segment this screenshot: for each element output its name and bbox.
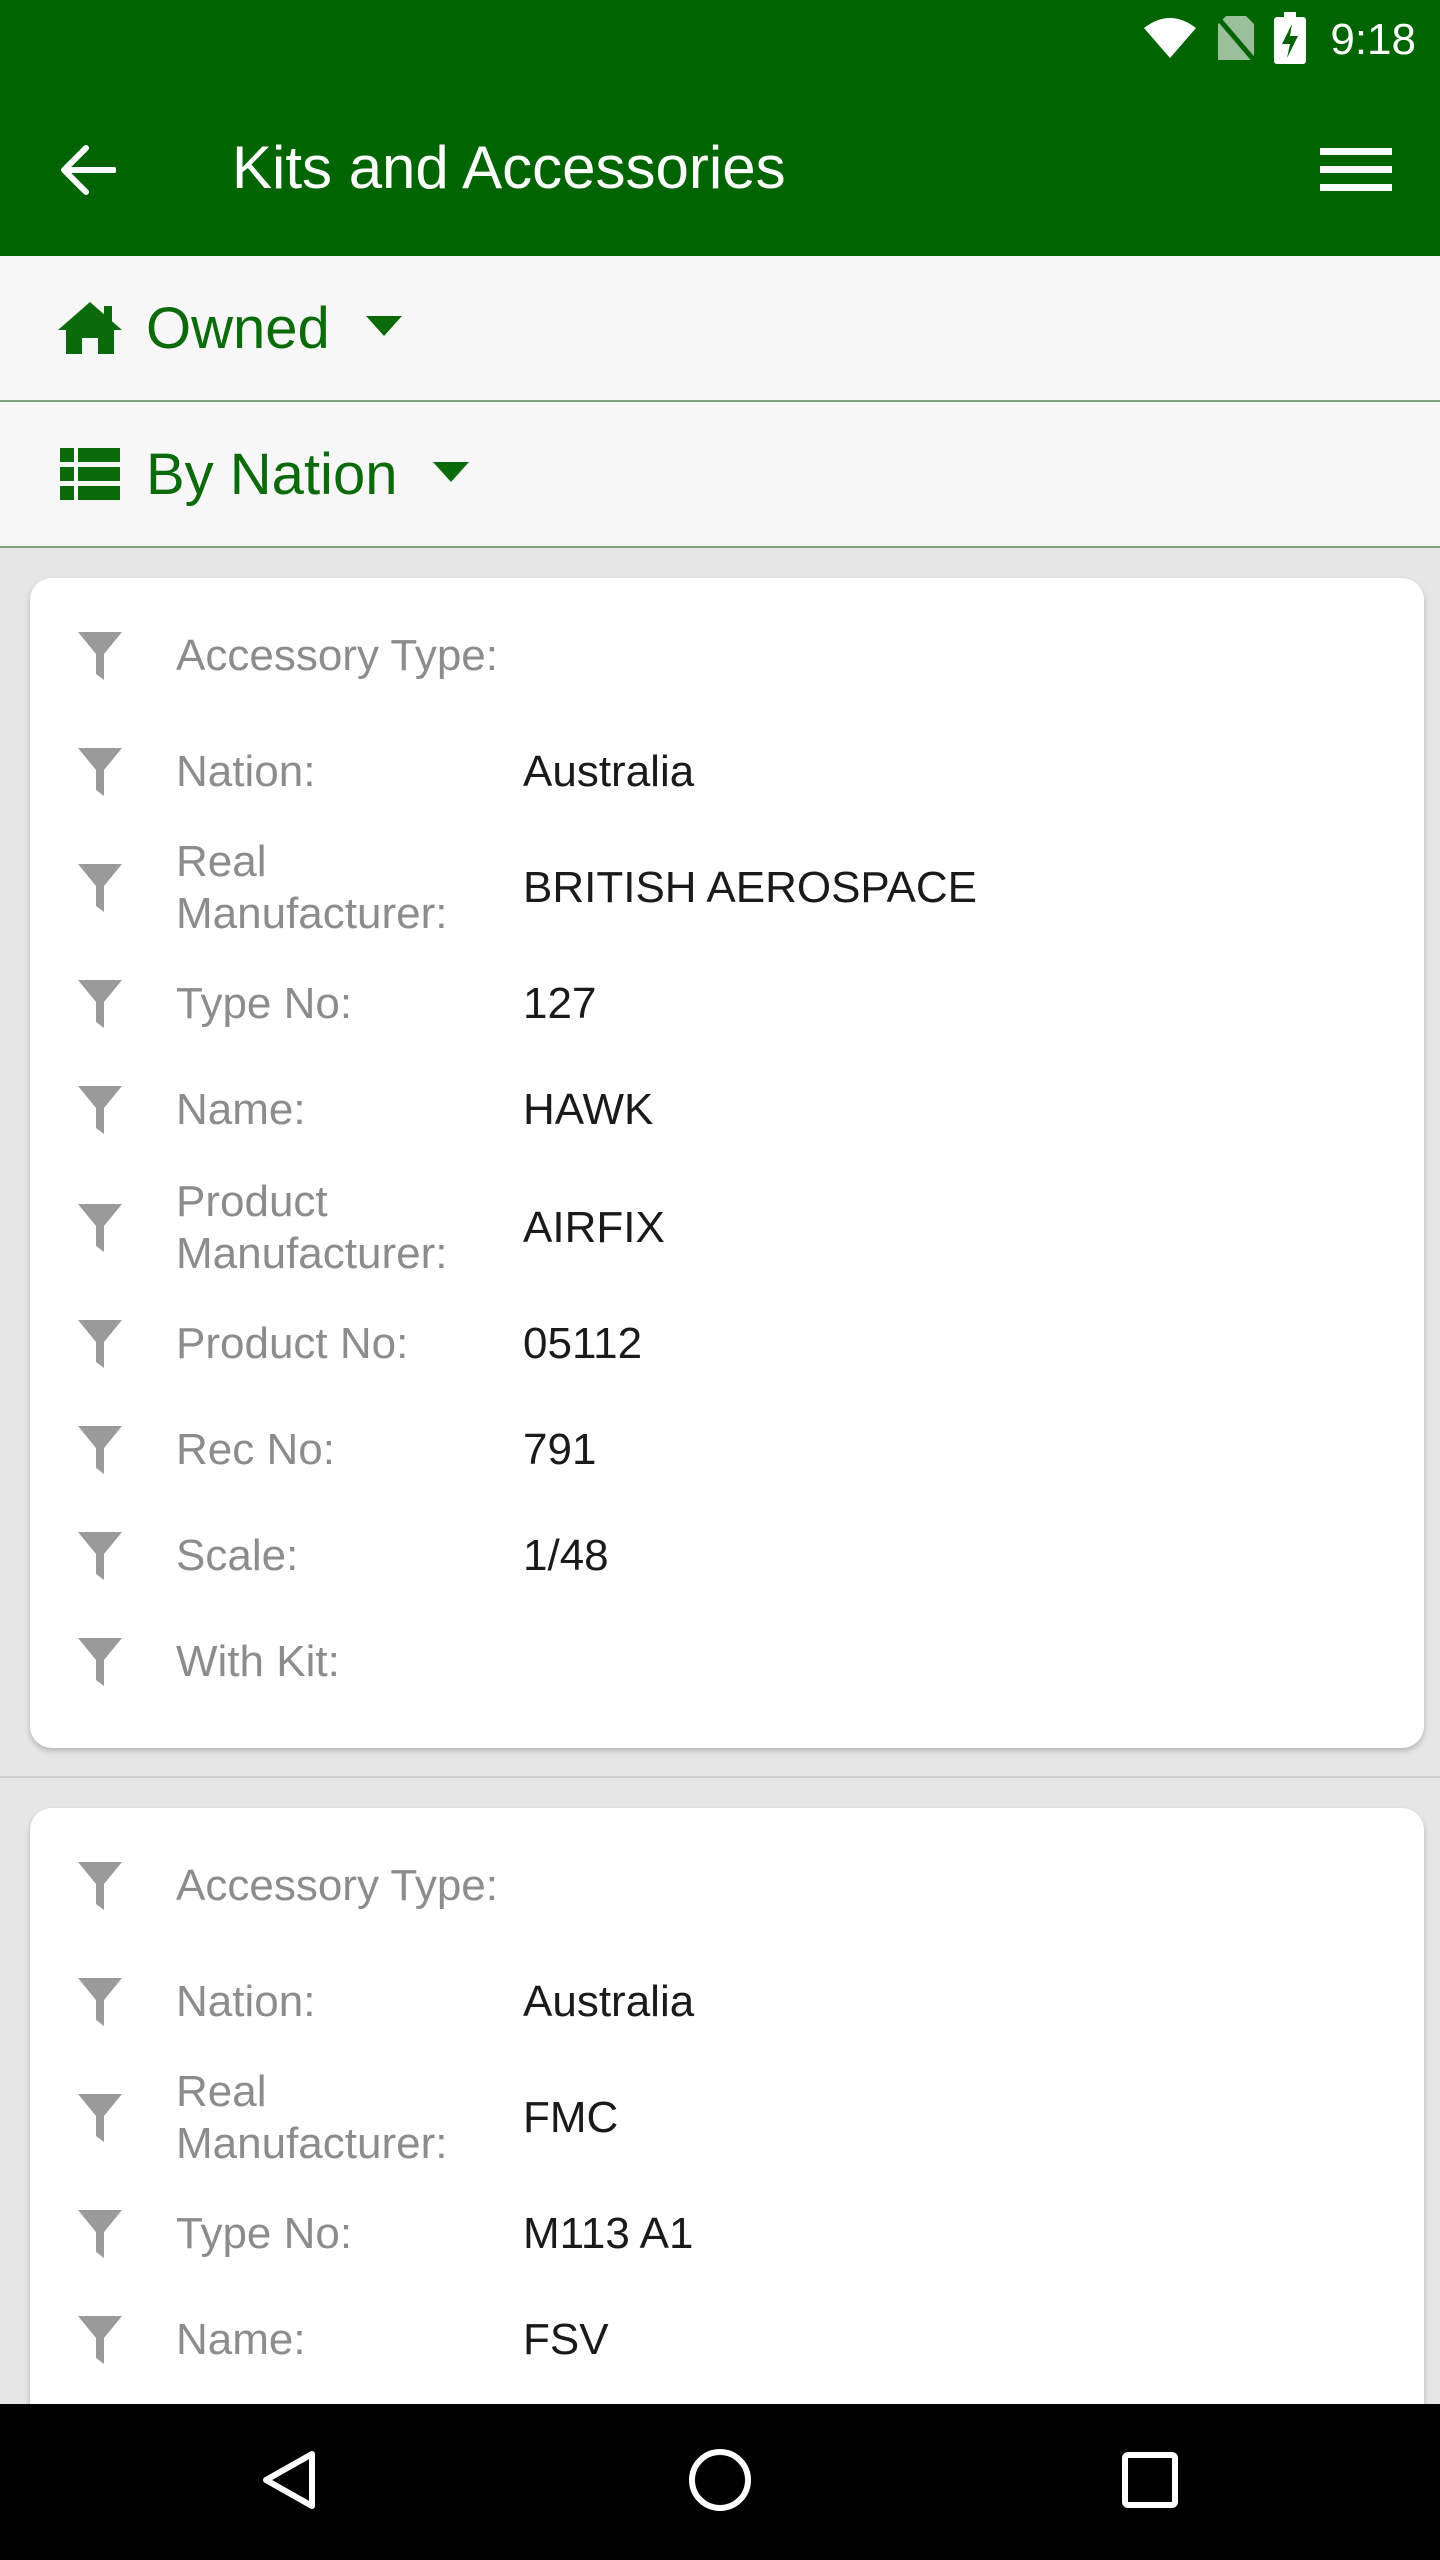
field-label: Nation: [176, 1977, 316, 2026]
nav-home-button[interactable] [678, 2440, 762, 2524]
field-nation: Nation: Australia [30, 1950, 1424, 2054]
field-value: 791 [523, 1425, 597, 1474]
caret-down-icon [431, 460, 471, 489]
list-divider [0, 1776, 1440, 1778]
field-real-manufacturer: Real Manufacturer: BRITISH AEROSPACE [30, 836, 1424, 940]
field-accessory-type: Accessory Type: [30, 604, 1424, 708]
field-rec-no: Rec No: 791 [30, 1398, 1424, 1502]
filter-icon[interactable] [72, 1316, 128, 1372]
filter-icon[interactable] [72, 1200, 128, 1256]
field-value: M113 A1 [523, 2209, 694, 2258]
field-product-manufacturer: Product Manufacturer: AIRFIX [30, 1176, 1424, 1280]
square-recents-icon [1120, 2450, 1180, 2515]
filter-icon[interactable] [72, 976, 128, 1032]
field-value: Australia [523, 747, 695, 796]
group-by-dropdown[interactable]: By Nation [0, 402, 1440, 548]
field-label: Rec No: [176, 1425, 335, 1474]
arrow-left-icon [60, 144, 117, 201]
home-icon [52, 300, 128, 356]
field-type-no: Type No: 127 [30, 952, 1424, 1056]
field-with-kit: With Kit: [30, 1610, 1424, 1714]
field-nation: Nation: Australia [30, 720, 1424, 824]
field-value: Australia [523, 1977, 695, 2026]
field-product-no: Product No: 05112 [30, 1292, 1424, 1396]
status-bar: 9:18 [0, 0, 1440, 80]
field-value: FMC [523, 2093, 619, 2142]
field-value: AIRFIX [523, 1203, 665, 1252]
menu-button[interactable] [1308, 124, 1404, 220]
field-label: Scale: [176, 1531, 299, 1580]
field-label: Type No: [176, 979, 353, 1028]
field-label: Type No: [176, 2209, 353, 2258]
field-name: Name: HAWK [30, 1058, 1424, 1162]
field-value: 05112 [523, 1319, 643, 1368]
field-value: 1/48 [523, 1531, 609, 1580]
status-time: 9:18 [1330, 15, 1416, 64]
hamburger-icon [1320, 146, 1392, 199]
filter-icon[interactable] [72, 1634, 128, 1690]
app-bar: Kits and Accessories [0, 80, 1440, 256]
page-title: Kits and Accessories [232, 134, 786, 201]
field-label: Product No: [176, 1319, 409, 1368]
filter-icon[interactable] [72, 860, 128, 916]
field-label: With Kit: [176, 1637, 340, 1686]
back-button[interactable] [40, 124, 136, 220]
filter-icon[interactable] [72, 628, 128, 684]
field-label: Name: [176, 2315, 306, 2364]
filter-icon[interactable] [72, 1528, 128, 1584]
filter-icon[interactable] [72, 1422, 128, 1478]
field-accessory-type: Accessory Type: [30, 1834, 1424, 1938]
filter-icon[interactable] [72, 2206, 128, 2262]
field-label: Real Manufacturer: [176, 837, 448, 938]
owned-filter-dropdown[interactable]: Owned [0, 256, 1440, 402]
wifi-icon [1142, 16, 1198, 65]
filter-icon[interactable] [72, 1082, 128, 1138]
battery-icon [1274, 11, 1307, 69]
field-type-no: Type No: M113 A1 [30, 2182, 1424, 2286]
field-label: Product Manufacturer: [176, 1177, 448, 1278]
field-name: Name: FSV [30, 2288, 1424, 2392]
filter-icon[interactable] [72, 1974, 128, 2030]
field-label: Nation: [176, 747, 316, 796]
filter-icon[interactable] [72, 1858, 128, 1914]
field-value: BRITISH AEROSPACE [523, 863, 977, 912]
field-label: Real Manufacturer: [176, 2067, 448, 2168]
filter-icon[interactable] [72, 2090, 128, 2146]
field-label: Name: [176, 1085, 306, 1134]
circle-home-icon [686, 2446, 754, 2519]
system-nav-bar [0, 2404, 1440, 2560]
field-value: 127 [523, 979, 597, 1028]
filter-icon[interactable] [72, 744, 128, 800]
field-value: HAWK [523, 1085, 654, 1134]
no-sim-icon [1216, 14, 1257, 67]
nav-recents-button[interactable] [1108, 2440, 1192, 2524]
field-label: Accessory Type: [176, 631, 498, 680]
field-scale: Scale: 1/48 [30, 1504, 1424, 1608]
field-label: Accessory Type: [176, 1861, 498, 1910]
owned-filter-label: Owned [146, 295, 330, 361]
status-icons: 9:18 [1142, 0, 1416, 80]
filter-icon[interactable] [72, 2312, 128, 2368]
field-real-manufacturer: Real Manufacturer: FMC [30, 2066, 1424, 2170]
triangle-back-icon [258, 2448, 322, 2517]
list-icon [52, 448, 128, 500]
field-value: FSV [523, 2315, 609, 2364]
nav-back-button[interactable] [248, 2440, 332, 2524]
caret-down-icon [364, 314, 404, 343]
group-by-label: By Nation [146, 441, 398, 507]
accessory-card[interactable]: Accessory Type: Nation: Australia Real M… [30, 578, 1424, 1748]
